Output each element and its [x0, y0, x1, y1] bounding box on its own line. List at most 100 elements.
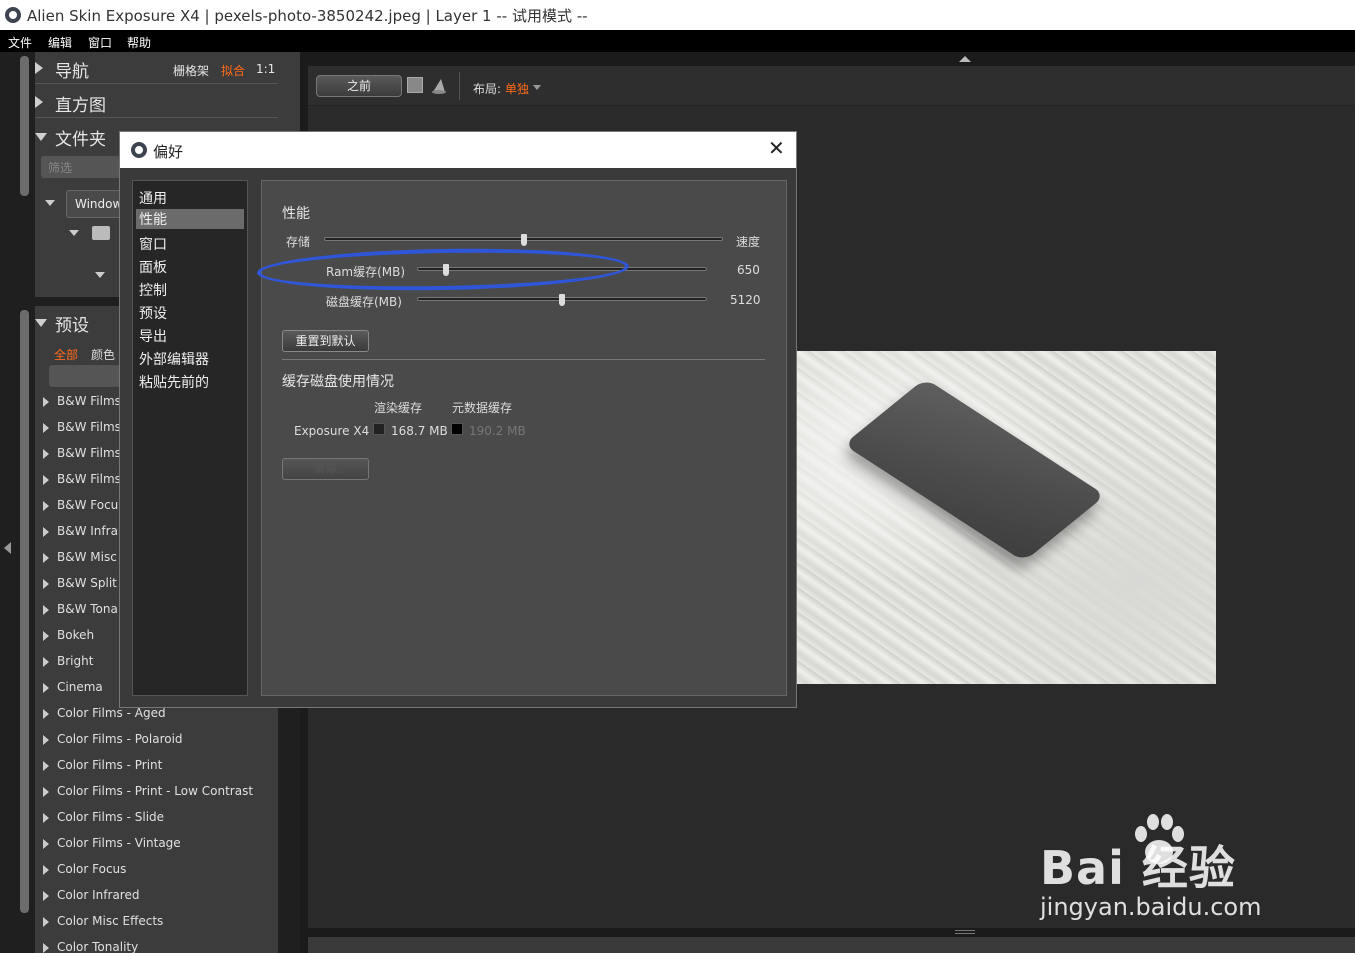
reset-defaults-button[interactable]: 重置到默认	[282, 330, 369, 352]
category-window[interactable]: 窗口	[139, 234, 245, 254]
expand-arrow-icon	[43, 423, 49, 433]
menu-bar: 文件 编辑 窗口 帮助	[0, 30, 1355, 52]
app-icon	[5, 7, 21, 23]
expand-arrow-icon	[43, 605, 49, 615]
split-view-icon[interactable]	[431, 78, 447, 94]
preset-item-label: Cinema	[57, 680, 103, 694]
nav-option-grid[interactable]: 栅格架	[173, 62, 209, 79]
clear-cache-button[interactable]: 清除	[282, 458, 369, 480]
dialog-title-bar: 偏好 ✕	[120, 132, 796, 168]
expand-arrow-icon	[43, 501, 49, 511]
preset-item-label: Bokeh	[57, 628, 95, 642]
render-cache-value: 168.7 MB	[391, 424, 448, 438]
category-controls[interactable]: 控制	[139, 280, 245, 300]
preset-item-label: B&W Split T	[57, 576, 129, 590]
metadata-cache-swatch	[451, 423, 463, 435]
expand-arrow-icon	[43, 579, 49, 589]
dialog-title: 偏好	[153, 143, 184, 161]
category-paste-previous[interactable]: 粘贴先前的	[139, 372, 245, 392]
category-general[interactable]: 通用	[139, 188, 245, 208]
preferences-dialog: 偏好 ✕ 通用 性能 窗口 面板 控制 预设 导出 外部编辑器 粘贴先前的 性能…	[119, 131, 797, 708]
preset-item-label: Bright	[57, 654, 94, 668]
expand-arrow-icon	[43, 839, 49, 849]
bottom-gripper[interactable]	[955, 930, 975, 934]
menu-window[interactable]: 窗口	[88, 34, 112, 51]
expand-arrow-icon	[43, 943, 49, 953]
metadata-cache-column: 元数据缓存	[452, 401, 513, 415]
close-icon[interactable]: ✕	[768, 138, 785, 158]
collapse-arrow-icon	[35, 96, 43, 108]
category-list: 通用 性能 窗口 面板 控制 预设 导出 外部编辑器 粘贴先前的	[132, 180, 248, 696]
left-scrollbar-bottom[interactable]	[20, 310, 29, 913]
cache-row-name: Exposure X4	[294, 424, 370, 438]
disk-cache-value: 5120	[730, 293, 761, 307]
preset-item-label: B&W Focus	[57, 498, 125, 512]
toolbar-divider	[459, 72, 460, 100]
expand-arrow-icon	[43, 787, 49, 797]
nav-option-1to1[interactable]: 1:1	[256, 62, 275, 76]
preset-item-label: Color Films - Polaroid	[57, 732, 183, 746]
preset-item-label: Color Films - Vintage	[57, 836, 181, 850]
app-icon	[131, 142, 147, 158]
baidu-paw-icon	[1135, 814, 1184, 864]
disk-cache-slider-thumb[interactable]	[559, 294, 565, 306]
subfolder-expand-icon[interactable]	[95, 272, 105, 278]
expand-arrow-icon	[43, 813, 49, 823]
preset-item-label: Color Tonality	[57, 940, 139, 953]
cache-usage-heading: 缓存磁盘使用情况	[282, 374, 394, 390]
category-export[interactable]: 导出	[139, 326, 245, 346]
storage-label: 存储	[286, 235, 311, 249]
preset-tab-all[interactable]: 全部	[54, 346, 78, 363]
expand-arrow-icon	[35, 133, 47, 141]
category-performance[interactable]: 性能	[136, 209, 244, 229]
render-cache-swatch	[373, 423, 385, 435]
expand-arrow-icon	[43, 865, 49, 875]
layout-dropdown-icon[interactable]	[533, 85, 541, 90]
before-button[interactable]: 之前	[316, 75, 402, 97]
preset-item-label: B&W Films	[57, 420, 121, 434]
preset-item-label: Color Focus	[57, 862, 127, 876]
expand-arrow-icon	[43, 527, 49, 537]
folder-filter-input[interactable]: 筛选	[41, 156, 121, 178]
preset-item-label: B&W Films	[57, 394, 121, 408]
histogram-header[interactable]: 直方图	[35, 88, 278, 118]
expand-arrow-icon	[43, 709, 49, 719]
folder-icon	[92, 226, 110, 240]
preset-tab-color[interactable]: 颜色	[91, 346, 115, 363]
storage-speed-slider-thumb[interactable]	[520, 234, 527, 246]
expand-arrow-icon	[43, 917, 49, 927]
category-presets[interactable]: 预设	[139, 303, 245, 323]
expand-left-panel-icon[interactable]	[4, 542, 11, 554]
menu-file[interactable]: 文件	[8, 34, 32, 51]
category-panels[interactable]: 面板	[139, 257, 245, 277]
watermark-url: jingyan.baidu.com	[1040, 893, 1262, 921]
window-title: Alien Skin Exposure X4 | pexels-photo-38…	[27, 7, 588, 25]
expand-arrow-icon	[43, 631, 49, 641]
preset-search-input[interactable]	[49, 365, 129, 387]
preset-item-label: Color Films - Slide	[57, 810, 165, 824]
drive-button[interactable]: Window	[66, 190, 126, 218]
disk-cache-label: 磁盘缓存(MB)	[326, 295, 402, 309]
preset-item-label: B&W Infrar	[57, 524, 123, 538]
expand-arrow-icon	[35, 319, 47, 327]
render-cache-column: 渲染缓存	[374, 401, 423, 415]
collapse-top-icon[interactable]	[959, 56, 971, 62]
category-external-editors[interactable]: 外部编辑器	[139, 349, 245, 369]
layout-value[interactable]: 单独	[505, 80, 529, 97]
nav-option-fit[interactable]: 拟合	[221, 62, 245, 79]
expand-arrow-icon	[43, 735, 49, 745]
speed-label: 速度	[736, 235, 761, 249]
main-toolbar	[308, 66, 1355, 106]
navigation-header[interactable]: 导航 栅格架 拟合 1:1	[35, 54, 278, 84]
performance-heading: 性能	[282, 206, 310, 222]
preset-item-label: Color Misc Effects	[57, 914, 164, 928]
folder-expand-icon[interactable]	[69, 230, 79, 236]
menu-help[interactable]: 帮助	[127, 34, 151, 51]
title-bar: Alien Skin Exposure X4 | pexels-photo-38…	[0, 0, 1355, 30]
compare-square-icon[interactable]	[407, 77, 423, 93]
drive-expand-icon[interactable]	[45, 200, 55, 206]
left-scrollbar-top[interactable]	[20, 56, 29, 196]
expand-arrow-icon	[43, 475, 49, 485]
collapse-arrow-icon	[35, 62, 43, 74]
menu-edit[interactable]: 编辑	[48, 34, 72, 51]
